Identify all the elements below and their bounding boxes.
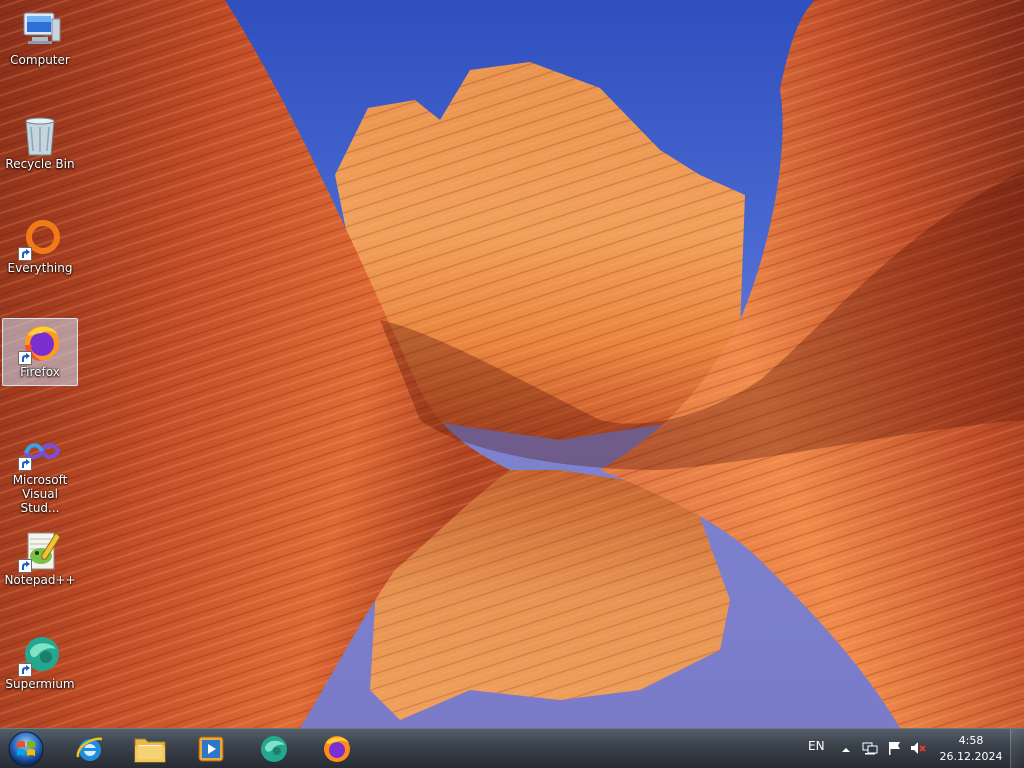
shortcut-arrow-icon	[18, 457, 32, 471]
shortcut-arrow-icon	[18, 247, 32, 261]
desktop-icon-label: Microsoft Visual Stud...	[12, 473, 68, 515]
desktop-icon-label: Firefox	[20, 365, 60, 379]
language-indicator[interactable]: EN	[808, 739, 825, 753]
windows-orb-icon	[8, 731, 44, 767]
taskbar-media-player[interactable]	[187, 730, 235, 767]
action-center-flag-icon[interactable]	[886, 740, 902, 756]
media-player-icon	[198, 736, 224, 761]
desktop-wallpaper	[0, 0, 1024, 728]
supermium-icon	[261, 735, 287, 762]
everything-icon	[16, 217, 64, 261]
desktop-icon-label: Notepad++	[4, 573, 76, 587]
internet-explorer-icon	[76, 737, 103, 761]
taskbar-file-explorer[interactable]	[126, 730, 174, 767]
desktop-icon-label: Everything	[7, 261, 73, 275]
volume-muted-icon[interactable]	[910, 740, 926, 756]
folder-icon	[134, 738, 166, 762]
desktop-icon-firefox[interactable]: Firefox	[2, 318, 78, 386]
desktop-icon-notepad-plus-plus[interactable]: Notepad++	[2, 526, 78, 594]
show-desktop-button[interactable]	[1010, 729, 1024, 768]
firefox-icon	[16, 321, 64, 365]
shortcut-arrow-icon	[18, 559, 32, 573]
shortcut-arrow-icon	[18, 663, 32, 677]
desktop-icon-supermium[interactable]: Supermium	[2, 630, 78, 698]
recycle-bin-icon	[16, 113, 64, 157]
firefox-icon	[324, 735, 350, 762]
desktop-icon-label: Computer	[10, 53, 70, 67]
sandstone-wave-image	[0, 0, 1024, 728]
desktop-icon-everything[interactable]: Everything	[2, 214, 78, 282]
taskbar-supermium[interactable]	[250, 730, 298, 767]
desktop-icon-computer[interactable]: Computer	[2, 6, 78, 74]
desktop-icon-label: Supermium	[5, 677, 75, 691]
desktop-icon-label: Recycle Bin	[5, 157, 75, 171]
clock-date: 26.12.2024	[939, 750, 1003, 763]
taskbar: EN 4:58 26.12.2024	[0, 728, 1024, 768]
shortcut-arrow-icon	[18, 351, 32, 365]
taskbar-internet-explorer[interactable]	[66, 730, 114, 767]
computer-icon	[16, 9, 64, 53]
taskbar-firefox[interactable]	[313, 730, 361, 767]
desktop-icon-visual-studio[interactable]: Microsoft Visual Stud...	[2, 430, 78, 515]
system-clock[interactable]: 4:58 26.12.2024	[936, 733, 1006, 765]
visual-studio-icon	[16, 433, 64, 473]
supermium-icon	[16, 633, 64, 677]
start-button[interactable]	[6, 730, 46, 768]
network-icon[interactable]	[862, 740, 878, 756]
desktop-icon-recycle-bin[interactable]: Recycle Bin	[2, 110, 78, 178]
notepad-plus-plus-icon	[16, 529, 64, 573]
clock-time: 4:58	[958, 734, 984, 747]
show-hidden-icons-chevron[interactable]	[840, 741, 852, 753]
